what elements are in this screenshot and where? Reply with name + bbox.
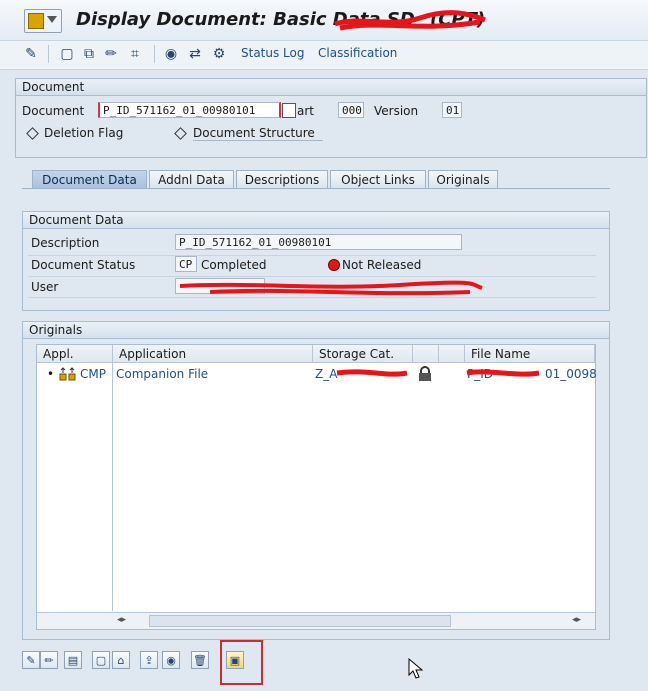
delete-button[interactable]: 🗑 xyxy=(191,651,209,669)
document-status-label: Document Status xyxy=(31,258,136,272)
status-log-button[interactable]: Status Log xyxy=(241,46,305,60)
document-label: Document xyxy=(22,104,85,118)
mouse-cursor-icon xyxy=(408,658,424,679)
deletion-flag-label[interactable]: Deletion Flag xyxy=(44,126,123,140)
companion-file-icon xyxy=(59,367,76,381)
document-frame: Document xyxy=(15,78,647,158)
glasses-button[interactable]: ✎ xyxy=(22,651,40,669)
classification-button[interactable]: Classification xyxy=(318,46,397,60)
version-label: Version xyxy=(374,104,419,118)
binoculars-icon[interactable]: ⌗ xyxy=(126,45,144,63)
row-bullet: • xyxy=(47,367,55,381)
toolbar-separator xyxy=(154,45,155,63)
column-header-blank[interactable] xyxy=(439,345,465,363)
column-header-application[interactable]: Application xyxy=(113,345,313,363)
chevron-down-icon xyxy=(47,16,57,23)
release-status-text: Not Released xyxy=(342,258,422,272)
toolbar-separator xyxy=(48,45,49,63)
document-copy-icon[interactable] xyxy=(282,103,296,118)
hierarchy-icon[interactable]: ⇄ xyxy=(186,45,204,63)
redaction-scribble xyxy=(336,369,540,377)
document-structure-label[interactable]: Document Structure xyxy=(193,126,323,141)
menu-icon[interactable] xyxy=(24,9,62,33)
tab-addnl-data[interactable]: Addnl Data xyxy=(149,170,234,188)
frame-heading: Document Data xyxy=(23,212,609,229)
workflow-icon[interactable]: ⚙ xyxy=(210,45,228,63)
frame-heading: Originals xyxy=(23,322,609,339)
scroll-right-icon[interactable]: ◂▸ xyxy=(572,615,581,625)
new-document-icon[interactable]: ▢ xyxy=(58,45,76,63)
fixed-column-divider xyxy=(112,363,113,611)
document-number-field[interactable]: P_ID_571162_01_00980101 xyxy=(98,102,281,118)
status-text: Completed xyxy=(201,258,267,272)
tab-originals[interactable]: Originals xyxy=(428,170,498,188)
highlight-box xyxy=(220,640,263,685)
column-header-file-name[interactable]: File Name xyxy=(465,345,595,363)
red-status-icon xyxy=(328,259,340,271)
redaction-scribble xyxy=(334,10,486,31)
check-in-button[interactable]: ⇪ xyxy=(140,651,158,669)
sap-logo-icon xyxy=(28,13,44,29)
display-button[interactable]: ◉ xyxy=(162,651,180,669)
originals-table: Appl. Application Storage Cat. File Name… xyxy=(36,344,597,630)
part-field[interactable]: 000 xyxy=(338,102,364,118)
create-button[interactable]: ▢ xyxy=(92,651,110,669)
pencil-icon[interactable]: ✏ xyxy=(102,45,120,63)
user-label: User xyxy=(31,280,59,294)
scroll-left-icon[interactable]: ◂▸ xyxy=(117,615,126,625)
edit-button[interactable]: ✏ xyxy=(40,651,58,669)
column-header-appl[interactable]: Appl. xyxy=(37,345,113,363)
description-label: Description xyxy=(31,236,100,250)
horizontal-scrollbar[interactable]: ◂▸ ◂▸ xyxy=(37,612,595,629)
description-field[interactable]: P_ID_571162_01_00980101 xyxy=(175,234,462,250)
column-header-lock[interactable] xyxy=(413,345,439,363)
frame-heading: Document xyxy=(16,79,646,96)
row-divider xyxy=(28,297,596,298)
open-folder-button[interactable]: ⌂ xyxy=(112,651,130,669)
scrollbar-thumb[interactable] xyxy=(149,615,451,627)
copy-icon[interactable]: ⧉ xyxy=(80,45,98,63)
row-divider xyxy=(28,255,596,256)
status-code-field[interactable]: CP xyxy=(175,256,197,272)
print-button[interactable]: ▤ xyxy=(64,651,82,669)
display-object-icon[interactable]: ◉ xyxy=(162,45,180,63)
column-header-storage-cat[interactable]: Storage Cat. xyxy=(313,345,413,363)
appl-cell[interactable]: CMP xyxy=(80,367,106,381)
application-cell[interactable]: Companion File xyxy=(116,367,208,381)
glasses-icon[interactable]: ✎ xyxy=(22,45,40,63)
tab-object-links[interactable]: Object Links xyxy=(330,170,426,188)
version-field[interactable]: 01 xyxy=(442,102,462,118)
part-label: art xyxy=(297,104,314,118)
tab-descriptions[interactable]: Descriptions xyxy=(236,170,328,188)
tab-document-data[interactable]: Document Data xyxy=(32,170,147,188)
